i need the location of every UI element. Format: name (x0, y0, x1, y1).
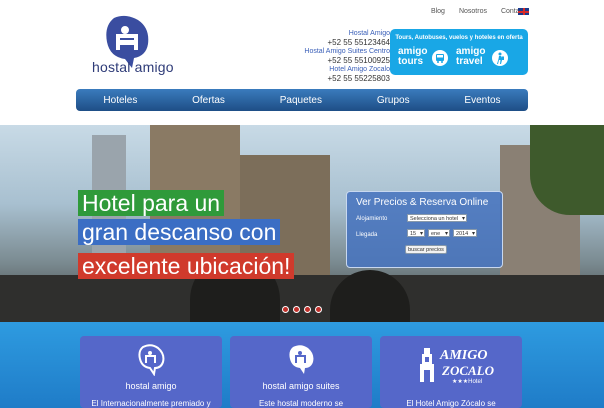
tree-foliage (530, 125, 604, 215)
card-amigo-zocalo[interactable]: AMIGO ZOCALO ★★★Hotel El Hotel Amigo Zóc… (380, 336, 522, 408)
contact-name: Hostal Amigo (348, 30, 390, 37)
card-description: El Hotel Amigo Zócalo se (406, 399, 496, 408)
english-flag-icon[interactable] (518, 8, 529, 15)
arrival-label: Llegada (356, 232, 378, 238)
hero-text: gran descanso con (82, 219, 277, 245)
card-name: AMIGO (440, 348, 488, 363)
site-header: hostal amigo Blog Nosotros Contacto Host… (0, 0, 604, 125)
brand-word: tours (398, 56, 423, 67)
card-hostal-amigo[interactable]: hostal amigo El Internacionalmente premi… (80, 336, 222, 408)
bell-tower-icon (420, 348, 434, 382)
card-name: hostal amigo suites (262, 381, 340, 391)
contact-name: Hostal Amigo Suites Centro (304, 48, 390, 55)
year-select[interactable]: 2014 (453, 229, 477, 238)
amigo-travel-brand: amigo travel (456, 47, 485, 67)
hotel-stars: ★★★Hotel (452, 379, 483, 385)
top-link-nosotros[interactable]: Nosotros (459, 8, 487, 15)
card-name-2: ZOCALO (442, 363, 494, 378)
amigo-tours-brand: amigo tours (398, 47, 427, 67)
nav-item-grupos[interactable]: Grupos (377, 95, 410, 106)
contact-phone: +52 55 55123464 (327, 38, 390, 47)
card-description: Este hostal moderno se (258, 399, 344, 408)
nav-item-hoteles[interactable]: Hoteles (103, 95, 137, 106)
traveler-icon (492, 50, 508, 66)
contact-phone: +52 55 55100925 (327, 56, 390, 65)
slider-dot[interactable] (304, 306, 311, 313)
top-link-blog[interactable]: Blog (431, 8, 445, 15)
hostal-amigo-logo-icon (138, 344, 165, 376)
hostal-amigo-suites-logo-icon (289, 345, 314, 374)
nav-item-paquetes[interactable]: Paquetes (280, 95, 322, 106)
brand-word: travel (456, 56, 483, 67)
hero-line-3: excelente ubicación! (78, 253, 295, 279)
contact-name: Hotel Amigo Zocalo (329, 66, 390, 73)
rooftop-terrace (0, 275, 604, 322)
hero-line-2: gran descanso con (78, 219, 281, 245)
bus-icon (432, 50, 448, 66)
slider-dots (282, 306, 322, 313)
hero-line-1: Hotel para un (78, 190, 225, 216)
card-hostal-amigo-suites[interactable]: hostal amigo suites Este hostal moderno … (230, 336, 372, 408)
card-name: hostal amigo (125, 381, 177, 391)
slider-dot[interactable] (282, 306, 289, 313)
hero-text: Hotel para un (82, 190, 221, 216)
slider-dot[interactable] (293, 306, 300, 313)
contact-phone: +52 55 55225803 (327, 74, 390, 83)
travel-tagline: Tours, Autobuses, vuelos y hoteles en of… (395, 35, 523, 41)
hotel-select[interactable]: Selecciona un hotel (407, 214, 467, 223)
day-select[interactable]: 15 (407, 229, 425, 238)
slider-dot[interactable] (315, 306, 322, 313)
amigo-travel-banner[interactable]: Tours, Autobuses, vuelos y hoteles en of… (390, 29, 528, 75)
booking-title: Ver Precios & Reserva Online (356, 197, 489, 208)
top-links: Blog Nosotros Contacto (431, 8, 529, 15)
month-select[interactable]: ene (428, 229, 450, 238)
contact-list: Hostal Amigo +52 55 55123464 Hostal Amig… (288, 30, 390, 84)
search-prices-button[interactable]: buscar precios (405, 245, 447, 254)
nav-item-eventos[interactable]: Eventos (464, 95, 500, 106)
main-nav: Hoteles Ofertas Paquetes Grupos Eventos (76, 89, 528, 111)
card-description: El Internacionalmente premiado y (91, 399, 211, 408)
logo-text: hostal amigo (92, 59, 174, 75)
lodging-label: Alojamiento (356, 216, 388, 222)
hero-text: excelente ubicación! (82, 253, 291, 279)
nav-item-ofertas[interactable]: Ofertas (192, 95, 225, 106)
